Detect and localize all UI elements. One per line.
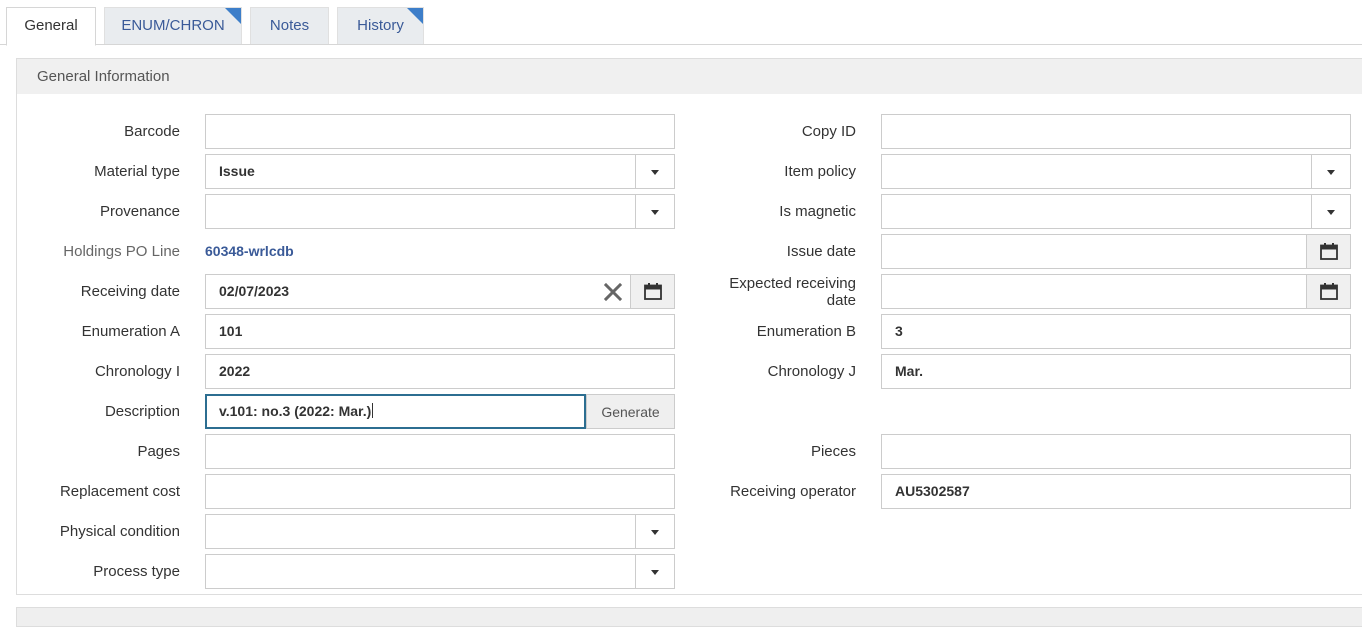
generate-button[interactable]: Generate <box>586 394 675 429</box>
receiving-operator-input[interactable]: AU5302587 <box>881 474 1351 509</box>
description-value: v.101: no.3 (2022: Mar.) <box>219 403 372 419</box>
caret-down-icon <box>651 570 659 575</box>
calendar-icon <box>1320 283 1338 300</box>
enumeration-a-input[interactable]: 101 <box>205 314 675 349</box>
tab-corner-marker-icon <box>225 8 241 24</box>
tab-corner-marker-icon <box>407 8 423 24</box>
issue-date-input[interactable] <box>881 234 1351 269</box>
barcode-input[interactable] <box>205 114 675 149</box>
replacement-cost-label: Replacement cost <box>59 483 180 500</box>
issue-date-label: Issue date <box>786 243 856 260</box>
caret-down-icon <box>651 530 659 535</box>
caret-down-icon <box>651 170 659 175</box>
material-type-dropdown-button[interactable] <box>635 155 674 188</box>
is-magnetic-dropdown-button[interactable] <box>1311 195 1350 228</box>
material-type-label: Material type <box>94 163 180 180</box>
item-policy-select[interactable] <box>881 154 1351 189</box>
process-type-select[interactable] <box>205 554 675 589</box>
tab-history-label: History <box>357 17 404 34</box>
replacement-cost-input[interactable] <box>205 474 675 509</box>
pieces-input[interactable] <box>881 434 1351 469</box>
holdings-po-line-label: Holdings PO Line <box>63 243 180 260</box>
caret-down-icon <box>1327 210 1335 215</box>
chronology-i-input[interactable]: 2022 <box>205 354 675 389</box>
chronology-j-label: Chronology J <box>767 363 856 380</box>
description-label: Description <box>104 403 180 420</box>
physical-condition-select[interactable] <box>205 514 675 549</box>
expected-receiving-date-label-line2: date <box>826 292 856 309</box>
physical-condition-dropdown-button[interactable] <box>635 515 674 548</box>
copy-id-input[interactable] <box>881 114 1351 149</box>
tab-bar: General ENUM/CHRON Notes History <box>0 0 1362 46</box>
process-type-label: Process type <box>93 563 180 580</box>
tab-notes[interactable]: Notes <box>250 7 329 45</box>
is-magnetic-select[interactable] <box>881 194 1351 229</box>
calendar-icon <box>1320 243 1338 260</box>
issue-date-calendar-button[interactable] <box>1306 235 1350 268</box>
tab-divider <box>0 44 1362 45</box>
enumeration-b-input[interactable]: 3 <box>881 314 1351 349</box>
tab-enum-chron-label: ENUM/CHRON <box>121 17 225 34</box>
pages-input[interactable] <box>205 434 675 469</box>
barcode-label: Barcode <box>124 123 180 140</box>
calendar-icon <box>644 283 662 300</box>
expected-receiving-date-label: Expected receiving date <box>700 275 856 309</box>
enumeration-a-label: Enumeration A <box>81 323 180 340</box>
expected-receiving-date-input[interactable] <box>881 274 1351 309</box>
provenance-dropdown-button[interactable] <box>635 195 674 228</box>
receiving-date-label: Receiving date <box>80 283 180 300</box>
item-policy-label: Item policy <box>784 163 856 180</box>
clear-x-icon[interactable] <box>604 283 622 301</box>
next-section-header[interactable] <box>16 607 1362 627</box>
description-input[interactable]: v.101: no.3 (2022: Mar.) <box>205 394 586 429</box>
copy-id-label: Copy ID <box>801 123 856 140</box>
material-type-select[interactable]: Issue <box>205 154 675 189</box>
process-type-dropdown-button[interactable] <box>635 555 674 588</box>
expected-receiving-date-label-line1: Expected receiving <box>729 275 856 292</box>
enumeration-b-label: Enumeration B <box>756 323 856 340</box>
pieces-label: Pieces <box>810 443 856 460</box>
receiving-date-calendar-button[interactable] <box>630 275 674 308</box>
receiving-date-input[interactable]: 02/07/2023 <box>205 274 675 309</box>
pages-label: Pages <box>137 443 180 460</box>
is-magnetic-label: Is magnetic <box>779 203 856 220</box>
receiving-date-value: 02/07/2023 <box>219 283 290 299</box>
provenance-select[interactable] <box>205 194 675 229</box>
item-policy-dropdown-button[interactable] <box>1311 155 1350 188</box>
tab-general[interactable]: General <box>6 7 96 46</box>
caret-down-icon <box>651 210 659 215</box>
physical-condition-label: Physical condition <box>59 523 180 540</box>
expected-receiving-date-calendar-button[interactable] <box>1306 275 1350 308</box>
material-type-value: Issue <box>219 163 255 179</box>
tab-general-label: General <box>24 17 78 34</box>
chronology-i-label: Chronology I <box>94 363 180 380</box>
tab-history[interactable]: History <box>337 7 424 45</box>
holdings-po-line-link[interactable]: 60348-wrlcdb <box>205 243 294 260</box>
tab-notes-label: Notes <box>269 17 310 34</box>
chronology-j-input[interactable]: Mar. <box>881 354 1351 389</box>
caret-down-icon <box>1327 170 1335 175</box>
text-cursor <box>372 403 374 418</box>
provenance-label: Provenance <box>99 203 180 220</box>
tab-enum-chron[interactable]: ENUM/CHRON <box>104 7 242 45</box>
receiving-operator-label: Receiving operator <box>730 483 856 500</box>
section-title[interactable]: General Information <box>17 59 1362 94</box>
